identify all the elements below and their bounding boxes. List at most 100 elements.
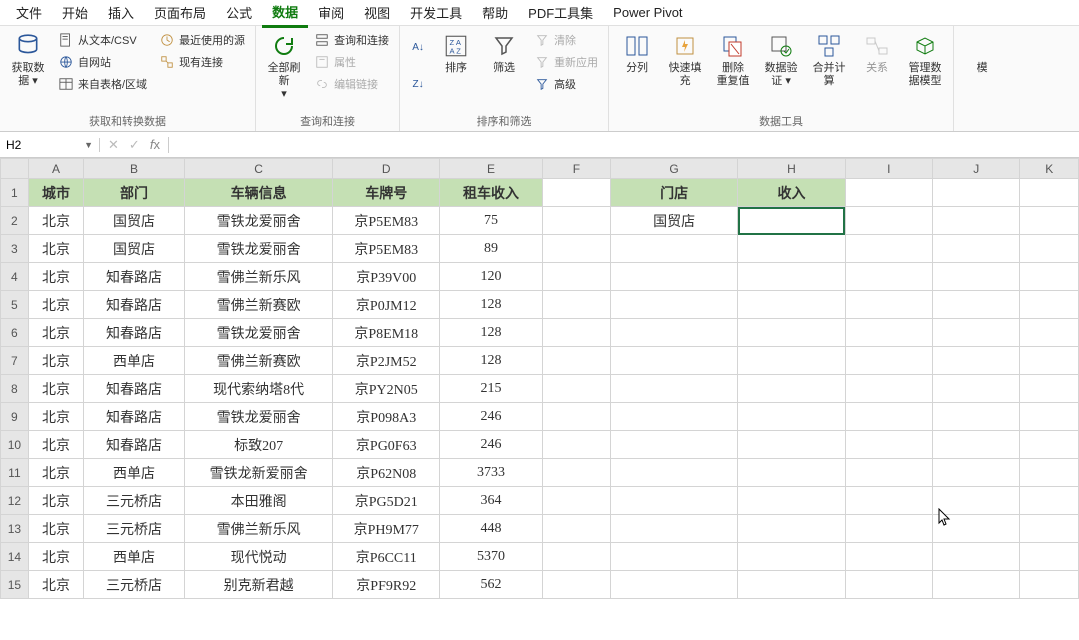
cell[interactable]: 京PF9R92 <box>333 571 440 599</box>
tab-pagelayout[interactable]: 页面布局 <box>144 0 216 26</box>
cell[interactable] <box>738 375 845 403</box>
row-header[interactable]: 4 <box>1 263 29 291</box>
cell[interactable] <box>1020 571 1079 599</box>
overflow-button[interactable]: 模 <box>960 30 1004 77</box>
cell[interactable]: 京PH9M77 <box>333 515 440 543</box>
row-header[interactable]: 1 <box>1 179 29 207</box>
cell[interactable] <box>845 515 932 543</box>
cell[interactable] <box>1020 263 1079 291</box>
cell[interactable] <box>610 291 737 319</box>
cell[interactable] <box>542 571 610 599</box>
tab-insert[interactable]: 插入 <box>98 0 144 26</box>
cell[interactable] <box>738 291 845 319</box>
cell[interactable] <box>1020 179 1079 207</box>
cell[interactable] <box>542 235 610 263</box>
cell[interactable]: 雪铁龙爱丽舍 <box>184 235 333 263</box>
cell[interactable]: 北京 <box>28 347 83 375</box>
existing-conn-button[interactable]: 现有连接 <box>155 52 249 72</box>
cell[interactable] <box>933 263 1020 291</box>
cell[interactable]: 128 <box>440 291 543 319</box>
cell[interactable] <box>542 319 610 347</box>
row-header[interactable]: 10 <box>1 431 29 459</box>
cell[interactable]: 246 <box>440 431 543 459</box>
cell[interactable] <box>610 571 737 599</box>
accept-icon[interactable]: ✓ <box>129 137 140 153</box>
col-header-B[interactable]: B <box>84 159 185 179</box>
select-all-corner[interactable] <box>1 159 29 179</box>
cell[interactable]: 北京 <box>28 291 83 319</box>
cell[interactable] <box>933 571 1020 599</box>
cell[interactable] <box>542 403 610 431</box>
cell[interactable] <box>738 571 845 599</box>
cell[interactable]: 三元桥店 <box>84 571 185 599</box>
cell[interactable] <box>845 375 932 403</box>
cell[interactable]: 京P2JM52 <box>333 347 440 375</box>
advanced-button[interactable]: 高级 <box>530 74 602 94</box>
cell[interactable] <box>845 207 932 235</box>
cell[interactable]: 雪铁龙爱丽舍 <box>184 403 333 431</box>
cell[interactable]: 京P8EM18 <box>333 319 440 347</box>
from-web-button[interactable]: 自网站 <box>54 52 151 72</box>
cell[interactable]: 雪铁龙爱丽舍 <box>184 207 333 235</box>
cell[interactable]: 三元桥店 <box>84 515 185 543</box>
cell[interactable] <box>738 347 845 375</box>
cell[interactable]: 京P6CC11 <box>333 543 440 571</box>
col-header-E[interactable]: E <box>440 159 543 179</box>
data-model-button[interactable]: 管理数 据模型 <box>903 30 947 90</box>
properties-button[interactable]: 属性 <box>310 52 393 72</box>
tab-review[interactable]: 审阅 <box>308 0 354 26</box>
cell[interactable] <box>1020 403 1079 431</box>
row-header[interactable]: 14 <box>1 543 29 571</box>
cell[interactable]: 租车收入 <box>440 179 543 207</box>
cell[interactable] <box>738 319 845 347</box>
cell[interactable] <box>1020 347 1079 375</box>
cell[interactable]: 京P62N08 <box>333 459 440 487</box>
cell[interactable]: 北京 <box>28 571 83 599</box>
cell[interactable]: 雪铁龙爱丽舍 <box>184 319 333 347</box>
flash-fill-button[interactable]: 快速填充 <box>663 30 707 90</box>
cell[interactable]: 车牌号 <box>333 179 440 207</box>
cell[interactable] <box>845 543 932 571</box>
cell[interactable]: 562 <box>440 571 543 599</box>
cell[interactable] <box>610 347 737 375</box>
cell[interactable] <box>933 207 1020 235</box>
cell[interactable]: 雪佛兰新赛欧 <box>184 347 333 375</box>
cell[interactable] <box>542 207 610 235</box>
data-validation-button[interactable]: 数据验 证 ▾ <box>759 30 803 90</box>
cell[interactable]: 京P0JM12 <box>333 291 440 319</box>
cancel-icon[interactable]: ✕ <box>108 137 119 153</box>
tab-formula[interactable]: 公式 <box>216 0 262 26</box>
cell[interactable]: 京P39V00 <box>333 263 440 291</box>
cell[interactable] <box>933 515 1020 543</box>
cell[interactable]: 北京 <box>28 207 83 235</box>
col-header-I[interactable]: I <box>845 159 932 179</box>
cell[interactable]: 知春路店 <box>84 263 185 291</box>
cell[interactable]: 雪佛兰新乐风 <box>184 263 333 291</box>
cell[interactable] <box>542 487 610 515</box>
cell[interactable]: 120 <box>440 263 543 291</box>
cell[interactable]: 北京 <box>28 319 83 347</box>
tab-file[interactable]: 文件 <box>6 0 52 26</box>
cell[interactable] <box>542 347 610 375</box>
row-header[interactable]: 15 <box>1 571 29 599</box>
cell[interactable]: 215 <box>440 375 543 403</box>
row-header[interactable]: 13 <box>1 515 29 543</box>
cell[interactable] <box>738 431 845 459</box>
cell[interactable]: 北京 <box>28 263 83 291</box>
cell[interactable] <box>610 319 737 347</box>
recent-sources-button[interactable]: 最近使用的源 <box>155 30 249 50</box>
cell[interactable]: 知春路店 <box>84 403 185 431</box>
row-header[interactable]: 9 <box>1 403 29 431</box>
tab-dev[interactable]: 开发工具 <box>400 0 472 26</box>
cell[interactable]: 知春路店 <box>84 319 185 347</box>
cell[interactable]: 三元桥店 <box>84 487 185 515</box>
cell[interactable] <box>610 459 737 487</box>
cell[interactable] <box>933 459 1020 487</box>
cell[interactable] <box>610 487 737 515</box>
cell[interactable] <box>933 291 1020 319</box>
cell[interactable] <box>542 375 610 403</box>
cell[interactable]: 雪佛兰新赛欧 <box>184 291 333 319</box>
name-box[interactable]: ▼ <box>0 138 100 152</box>
cell[interactable]: 京P5EM83 <box>333 235 440 263</box>
filter-button[interactable]: 筛选 <box>482 30 526 77</box>
